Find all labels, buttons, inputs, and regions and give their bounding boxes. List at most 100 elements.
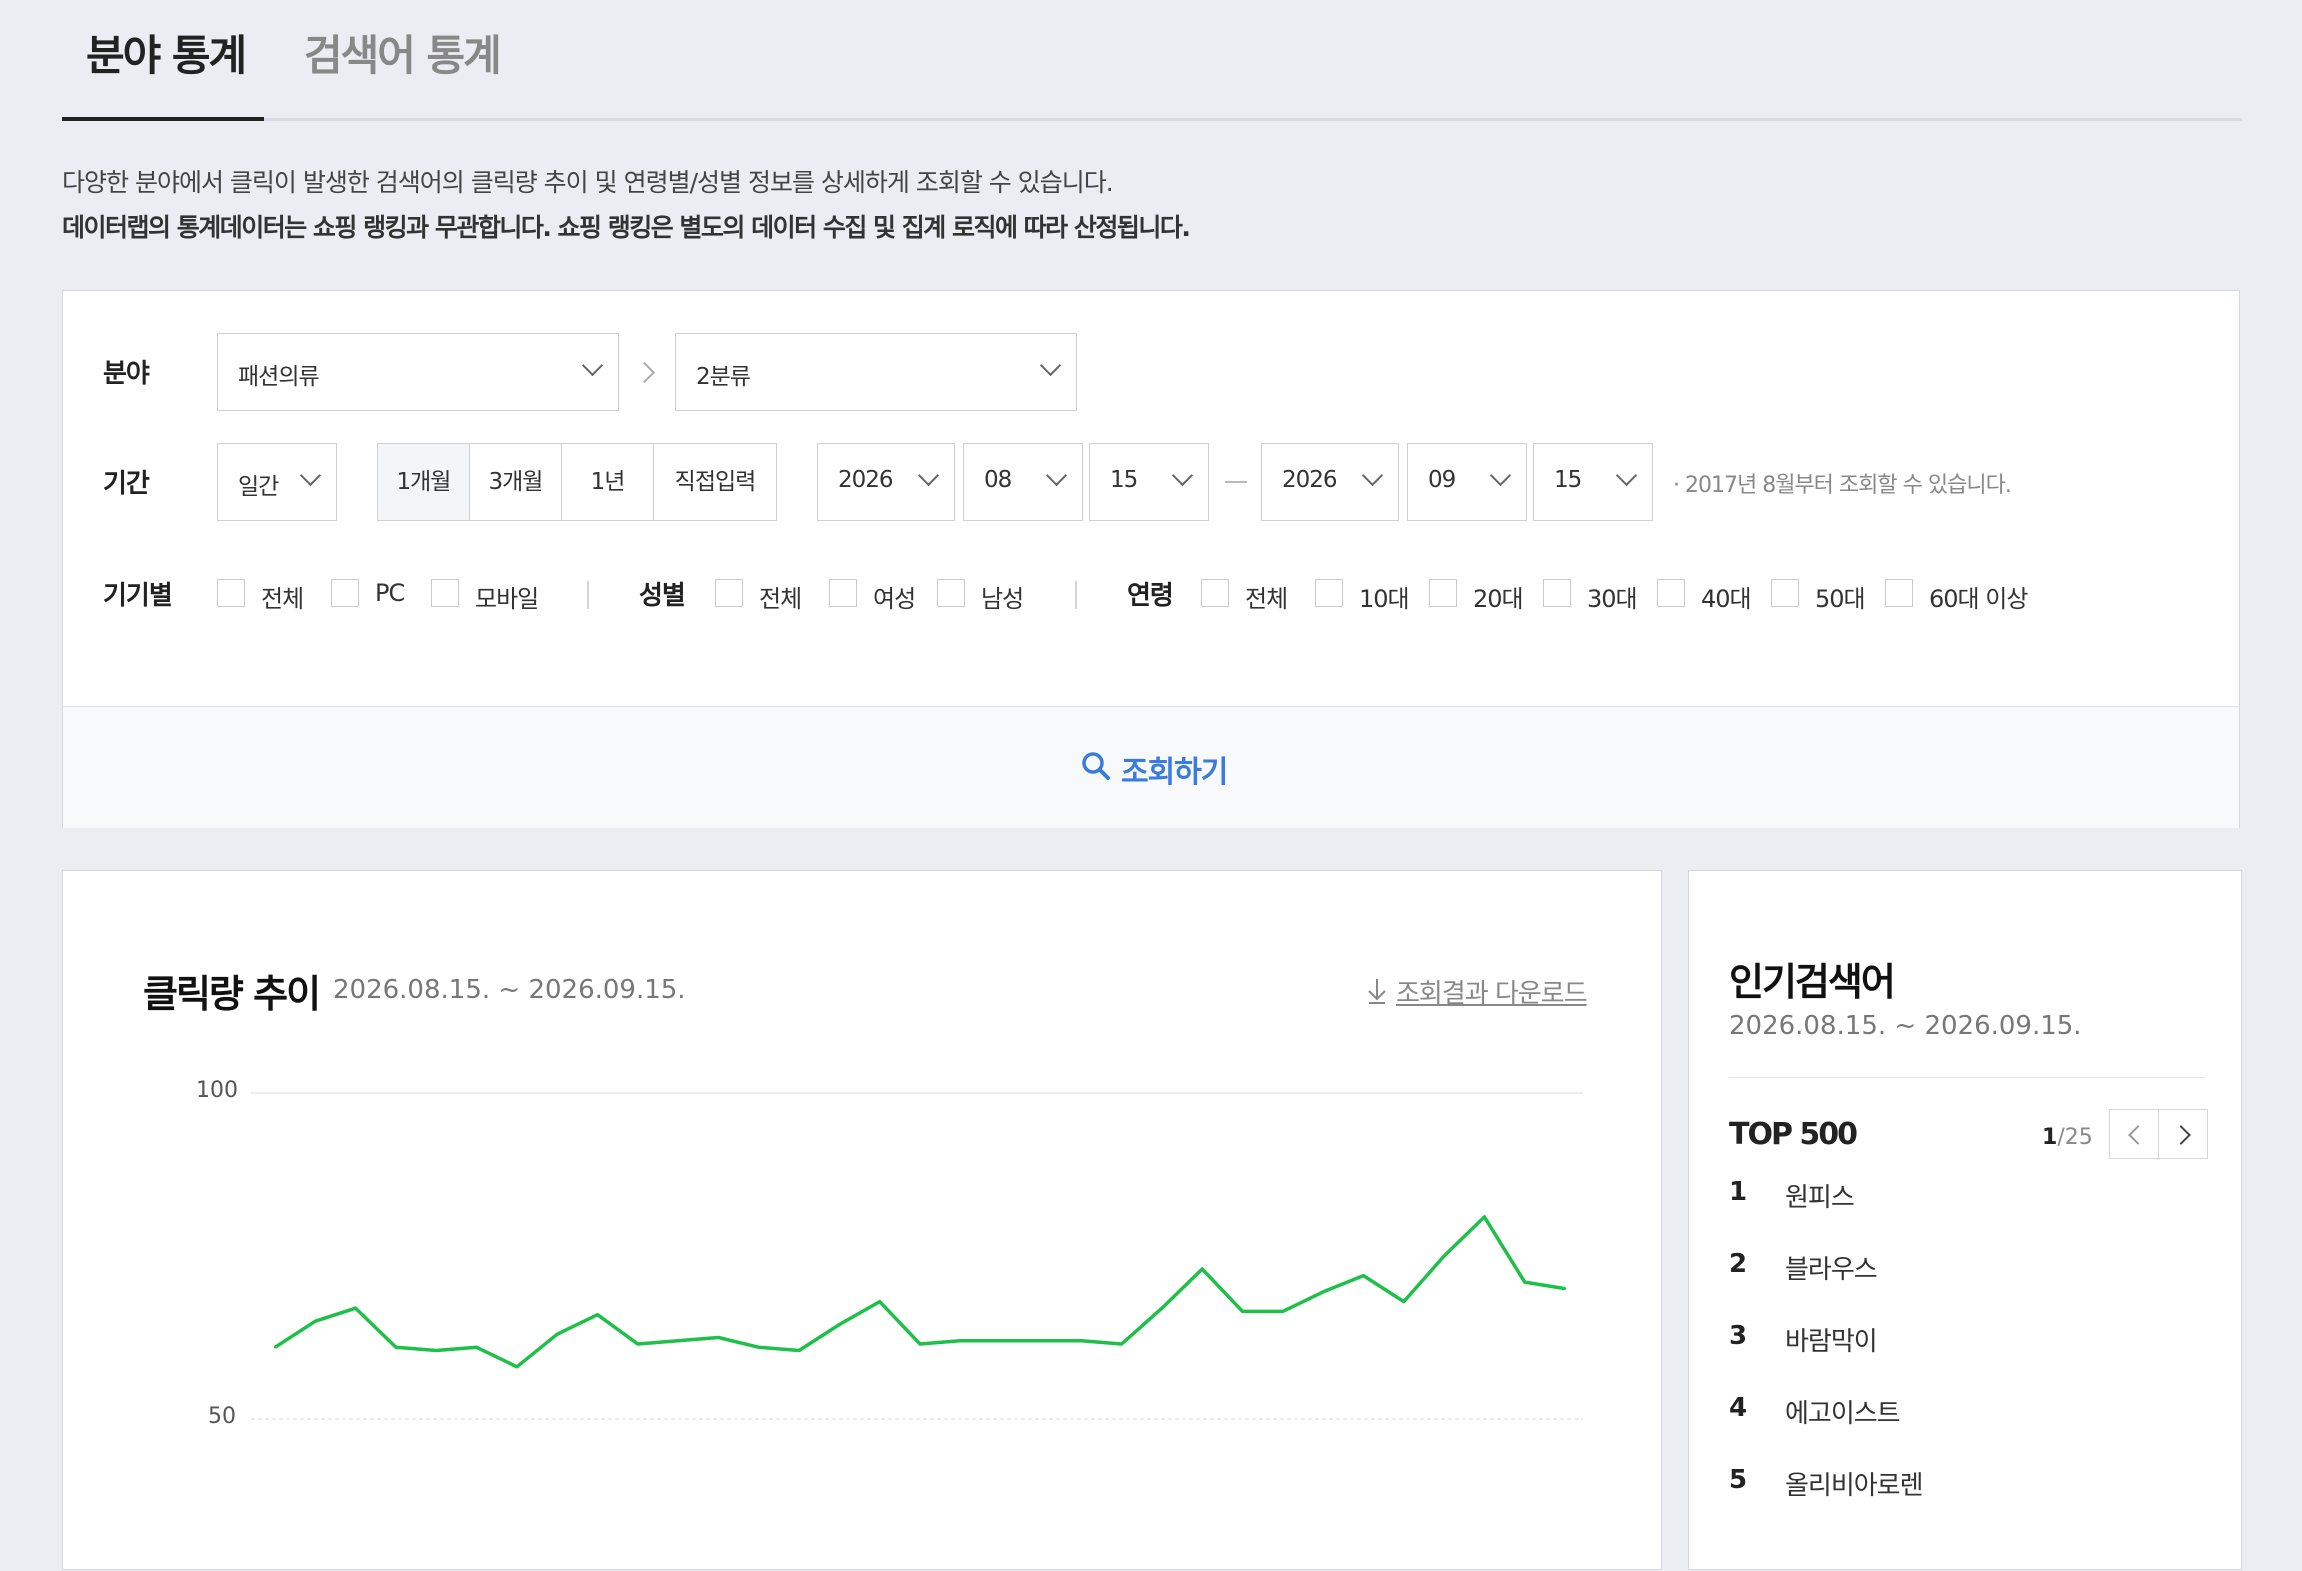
data-point: [435, 1349, 438, 1352]
gender-male-label: 남성: [981, 585, 1024, 613]
data-point: [1080, 1339, 1083, 1342]
popular-keywords-date-range: 2026.08.15. ~ 2026.09.15.: [1729, 1011, 2082, 1041]
preset-1month-button[interactable]: 1개월: [377, 443, 470, 521]
age-40s-checkbox[interactable]: [1657, 579, 1685, 607]
popular-keywords-title: 인기검색어: [1729, 960, 1896, 1004]
preset-3months-button[interactable]: 3개월: [469, 443, 562, 521]
gender-all-checkbox[interactable]: [715, 579, 743, 607]
device-pc-checkbox[interactable]: [331, 579, 359, 607]
data-point: [1039, 1339, 1043, 1342]
keyword-name: 올리비아로렌: [1785, 1471, 1924, 1501]
gender-male-checkbox[interactable]: [937, 579, 965, 607]
data-point: [757, 1346, 760, 1349]
chevron-down-icon: [917, 464, 940, 487]
keyword-name: 블라우스: [1785, 1255, 1878, 1285]
end-day-value: 15: [1554, 467, 1582, 493]
data-point: [1563, 1287, 1567, 1290]
data-point: [717, 1336, 720, 1339]
notice-text: 데이터랩의 통계데이터는 쇼핑 랭킹과 무관합니다. 쇼핑 랭킹은 별도의 데이…: [62, 213, 1191, 242]
divider: [1729, 1077, 2205, 1078]
gender-female-checkbox[interactable]: [829, 579, 857, 607]
period-unit-value: 일간: [238, 474, 279, 500]
page-indicator: 1/25: [2042, 1125, 2093, 1150]
gender-label: 성별: [639, 581, 686, 611]
top-label: TOP 500: [1729, 1117, 1858, 1152]
age-50s-checkbox[interactable]: [1771, 579, 1799, 607]
end-month-select[interactable]: 09: [1407, 443, 1527, 521]
data-point: [1321, 1290, 1325, 1294]
chevron-down-icon: [1489, 464, 1512, 487]
chevron-right-icon: [633, 361, 656, 384]
start-year-select[interactable]: 2026: [817, 443, 955, 521]
date-range-separator: [1225, 481, 1247, 483]
device-all-checkbox[interactable]: [217, 579, 245, 607]
start-day-select[interactable]: 15: [1089, 443, 1209, 521]
page: 분야 통계 검색어 통계 다양한 분야에서 클릭이 발생한 검색어의 클릭량 추…: [0, 0, 2302, 1570]
category-select-level1[interactable]: 패션의류: [217, 333, 619, 411]
age-30s-checkbox[interactable]: [1543, 579, 1571, 607]
data-point: [1160, 1307, 1164, 1310]
device-mobile-label: 모바일: [475, 585, 539, 613]
data-point: [556, 1333, 559, 1336]
end-year-value: 2026: [1282, 467, 1338, 493]
next-page-button[interactable]: [2158, 1109, 2208, 1159]
data-point: [1201, 1267, 1204, 1271]
rank-number: 2: [1729, 1249, 1748, 1279]
data-point: [918, 1342, 922, 1346]
rank-number: 4: [1729, 1393, 1748, 1423]
device-mobile-checkbox[interactable]: [431, 579, 459, 607]
keyword-name: 에고이스트: [1785, 1399, 1901, 1429]
chevron-left-icon: [2128, 1125, 2148, 1145]
age-all-checkbox[interactable]: [1201, 579, 1229, 607]
chevron-down-icon: [581, 354, 604, 377]
category-select-level2[interactable]: 2분류: [675, 333, 1077, 411]
data-point: [1281, 1310, 1285, 1313]
preset-1year-button[interactable]: 1년: [561, 443, 654, 521]
click-trend-panel: 클릭량 추이 2026.08.15. ~ 2026.09.15. 조회결과 다운…: [62, 870, 1662, 1570]
data-point: [354, 1307, 357, 1310]
divider: [1075, 581, 1077, 609]
age-60plus-label: 60대 이상: [1929, 585, 2028, 613]
data-point: [676, 1339, 680, 1342]
data-point: [273, 1346, 277, 1349]
tab-bar: 분야 통계 검색어 통계: [62, 0, 2242, 121]
period-label: 기간: [103, 469, 150, 499]
start-day-value: 15: [1110, 467, 1138, 493]
age-20s-label: 20대: [1473, 585, 1524, 613]
chevron-down-icon: [1039, 354, 1062, 377]
data-point: [515, 1365, 519, 1368]
period-unit-select[interactable]: 일간: [217, 443, 337, 521]
data-point: [878, 1300, 881, 1303]
device-all-label: 전체: [261, 585, 304, 613]
data-point: [394, 1346, 398, 1349]
prev-page-button[interactable]: [2109, 1109, 2159, 1159]
gender-female-label: 여성: [873, 585, 916, 613]
preset-custom-button[interactable]: 직접입력: [653, 443, 777, 521]
data-point: [1120, 1342, 1123, 1346]
end-year-select[interactable]: 2026: [1261, 443, 1399, 521]
chevron-down-icon: [1615, 464, 1638, 487]
end-day-select[interactable]: 15: [1533, 443, 1653, 521]
age-20s-checkbox[interactable]: [1429, 579, 1457, 607]
start-month-select[interactable]: 08: [963, 443, 1083, 521]
data-point: [1241, 1310, 1244, 1313]
period-note: · 2017년 8월부터 조회할 수 있습니다.: [1673, 473, 2012, 498]
tab-keyword-stats[interactable]: 검색어 통계: [304, 22, 502, 83]
age-10s-checkbox[interactable]: [1315, 579, 1343, 607]
chevron-right-icon: [2171, 1125, 2191, 1145]
active-tab-indicator: [62, 117, 264, 121]
page-total: /25: [2057, 1125, 2093, 1150]
chevron-down-icon: [1171, 464, 1194, 487]
search-button[interactable]: 조회하기: [63, 706, 2239, 828]
data-point: [1523, 1280, 1526, 1284]
chevron-down-icon: [299, 464, 322, 487]
rank-number: 1: [1729, 1177, 1748, 1207]
age-30s-label: 30대: [1587, 585, 1638, 613]
data-point: [959, 1339, 962, 1342]
category-level2-value: 2분류: [696, 364, 751, 390]
search-icon: [1082, 752, 1110, 780]
age-60plus-checkbox[interactable]: [1885, 579, 1913, 607]
age-40s-label: 40대: [1701, 585, 1752, 613]
tab-category-stats[interactable]: 분야 통계: [86, 22, 247, 83]
click-trend-chart: [251, 1092, 1583, 1420]
